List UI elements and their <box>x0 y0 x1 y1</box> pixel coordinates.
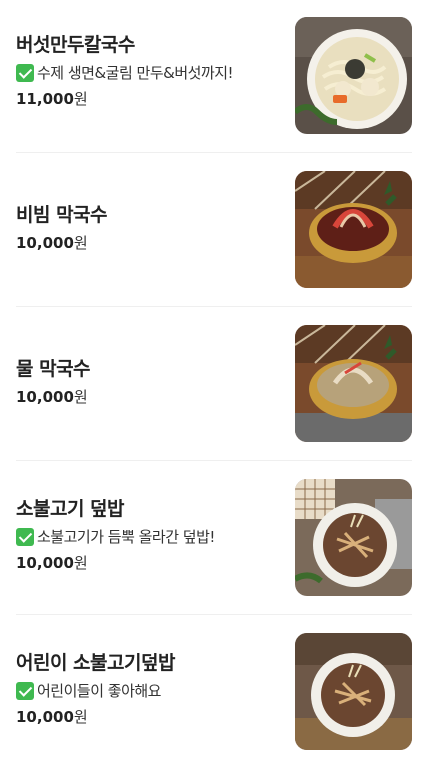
menu-item-name: 버섯만두칼국수 <box>16 34 135 56</box>
menu-item-kids-bulgogi-rice-bowl[interactable]: 어린이 소불고기덮밥 어린이들이 좋아해요 10,000원 <box>0 616 424 770</box>
price-amount: 10,000 <box>16 708 74 726</box>
menu-item-name: 어린이 소불고기덮밥 <box>16 652 175 674</box>
menu-item-mushroom-dumpling-kalguksu[interactable]: 버섯만두칼국수 수제 생면&굴림 만두&버섯까지! 11,000원 <box>0 0 424 154</box>
price-currency: 원 <box>73 388 88 406</box>
divider <box>16 306 412 307</box>
menu-item-name: 소불고기 덮밥 <box>16 498 125 520</box>
menu-item-info: 어린이 소불고기덮밥 어린이들이 좋아해요 10,000원 <box>16 651 286 727</box>
price-amount: 11,000 <box>16 90 74 108</box>
kids-bulgogi-rice-bowl-photo[interactable] <box>295 633 412 750</box>
menu-item-price: 10,000원 <box>16 707 286 727</box>
menu-item-description-text: 소불고기가 듬뿍 올라간 덮밥! <box>37 528 215 546</box>
price-amount: 10,000 <box>16 234 74 252</box>
menu-item-price: 11,000원 <box>16 89 286 109</box>
menu-item-info: 물 막국수 10,000원 <box>16 357 286 407</box>
divider <box>16 152 412 153</box>
check-mark-icon <box>16 528 34 546</box>
menu-item-price: 10,000원 <box>16 387 286 407</box>
bibim-makguksu-photo[interactable] <box>295 171 412 288</box>
menu-item-description: 어린이들이 좋아해요 <box>16 681 286 701</box>
menu-item-description: 소불고기가 듬뿍 올라간 덮밥! <box>16 527 286 547</box>
price-amount: 10,000 <box>16 554 74 572</box>
menu-item-description: 수제 생면&굴림 만두&버섯까지! <box>16 63 286 83</box>
menu-item-name: 물 막국수 <box>16 358 91 380</box>
menu-item-info: 소불고기 덮밥 소불고기가 듬뿍 올라간 덮밥! 10,000원 <box>16 497 286 573</box>
price-currency: 원 <box>73 554 88 572</box>
price-amount: 10,000 <box>16 388 74 406</box>
check-mark-icon <box>16 64 34 82</box>
menu-item-price: 10,000원 <box>16 553 286 573</box>
bulgogi-rice-bowl-photo[interactable] <box>295 479 412 596</box>
divider <box>16 460 412 461</box>
menu-item-bibim-makguksu[interactable]: 비빔 막국수 10,000원 <box>0 154 424 308</box>
price-currency: 원 <box>73 234 88 252</box>
menu-item-description-text: 어린이들이 좋아해요 <box>37 682 161 700</box>
mul-makguksu-photo[interactable] <box>295 325 412 442</box>
kalguksu-bowl-photo[interactable] <box>295 17 412 134</box>
price-currency: 원 <box>73 708 88 726</box>
menu-item-info: 버섯만두칼국수 수제 생면&굴림 만두&버섯까지! 11,000원 <box>16 33 286 109</box>
menu-item-mul-makguksu[interactable]: 물 막국수 10,000원 <box>0 308 424 462</box>
menu-item-name: 비빔 막국수 <box>16 204 108 226</box>
divider <box>16 614 412 615</box>
menu-item-info: 비빔 막국수 10,000원 <box>16 203 286 253</box>
check-mark-icon <box>16 682 34 700</box>
menu-item-bulgogi-rice-bowl[interactable]: 소불고기 덮밥 소불고기가 듬뿍 올라간 덮밥! 10,000원 <box>0 462 424 616</box>
menu-item-price: 10,000원 <box>16 233 286 253</box>
price-currency: 원 <box>73 90 88 108</box>
menu-item-description-text: 수제 생면&굴림 만두&버섯까지! <box>37 64 234 82</box>
